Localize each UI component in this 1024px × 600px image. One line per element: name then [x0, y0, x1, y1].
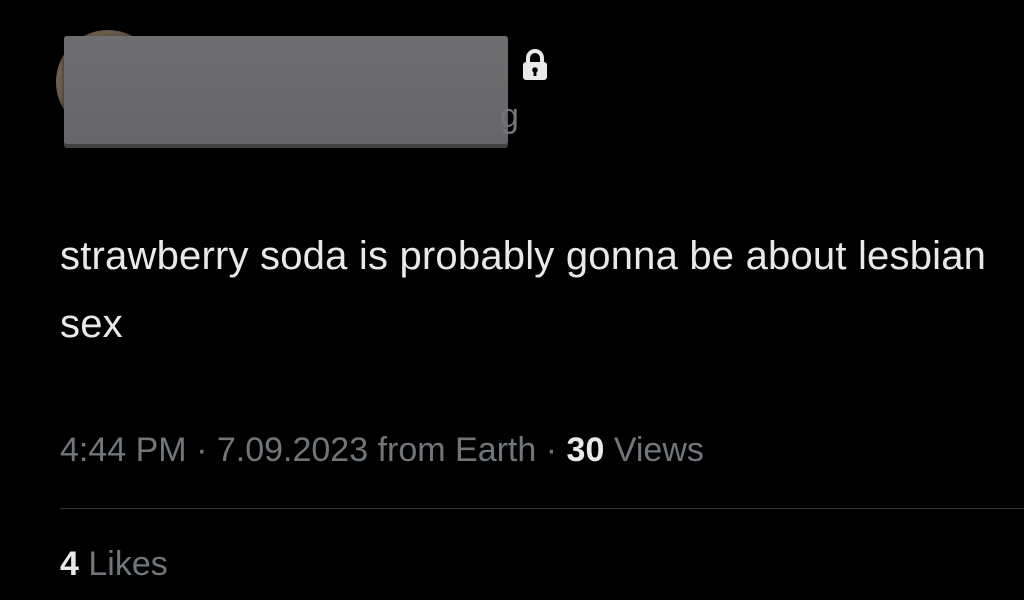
lock-icon — [523, 49, 547, 80]
tweet-meta: 4:44 PM · 7.09.2023 from Earth · 30 View… — [60, 428, 704, 472]
divider — [60, 508, 1024, 509]
tweet-time[interactable]: 4:44 PM — [60, 431, 187, 469]
tweet-source: from Earth — [377, 431, 537, 469]
author-handle[interactable]: g — [500, 96, 519, 136]
redacted-author-name — [64, 36, 508, 148]
tweet-date[interactable]: 7.09.2023 — [217, 431, 368, 469]
views-label: Views — [613, 431, 704, 469]
likes-count: 4 — [60, 545, 79, 583]
meta-separator: · — [545, 431, 558, 469]
likes-label: Likes — [88, 545, 168, 583]
views-count: 30 — [566, 431, 605, 469]
likes-link[interactable]: 4 Likes — [60, 542, 168, 586]
tweet-detail: g strawberry soda is probably gonna be a… — [0, 0, 1024, 600]
meta-separator: · — [196, 431, 208, 469]
tweet-text: strawberry soda is probably gonna be abo… — [60, 234, 987, 346]
